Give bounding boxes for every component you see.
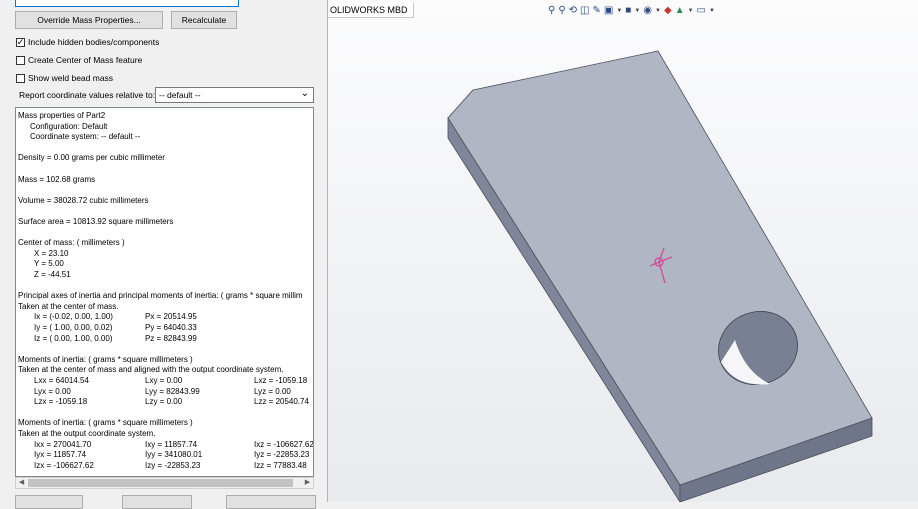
- scroll-right-icon[interactable]: ▶: [302, 478, 313, 488]
- zoom-to-fit-icon[interactable]: ⚲: [548, 5, 555, 17]
- report-value: Iyz = -22853.23: [254, 450, 310, 460]
- apply-scene-icon[interactable]: ▲: [675, 5, 685, 17]
- report-value: Lzy = 0.00: [145, 397, 183, 407]
- section-view-icon[interactable]: ◫: [580, 5, 589, 17]
- report-line: Moments of inertia: ( grams * square mil…: [18, 418, 193, 428]
- report-value: Lxy = 0.00: [145, 376, 183, 385]
- report-line: Lyx = 0.00: [34, 386, 71, 396]
- report-line: Coordinate system: -- default --: [30, 132, 141, 142]
- override-mass-properties-button[interactable]: Override Mass Properties...: [15, 11, 163, 29]
- report-line: Ixx = 270041.70: [34, 439, 92, 449]
- report-line: Iy = ( 1.00, 0.00, 0.02): [34, 323, 113, 332]
- include-hidden-checkbox[interactable]: ✓: [16, 37, 25, 47]
- graphics-area[interactable]: [328, 0, 918, 502]
- chevron-down-icon[interactable]: ▼: [709, 5, 715, 17]
- create-com-label: Create Center of Mass feature: [28, 55, 143, 65]
- edit-appearance-icon[interactable]: ◆: [664, 5, 672, 17]
- heads-up-view-toolbar: ⚲ ⚲ ⟲ ◫ ✎ ▣ ▼ ■ ▼ ◉ ▼ ◆ ▲ ▼ ▭ ▼: [548, 4, 715, 18]
- report-line: Mass = 102.68 grams: [18, 174, 96, 184]
- report-value: Ixy = 11857.74: [145, 439, 198, 449]
- report-horizontal-scrollbar[interactable]: ◀ ▶: [15, 477, 314, 489]
- coordinate-system-value: -- default --: [159, 90, 201, 100]
- report-line: X = 23.10: [34, 248, 69, 258]
- report-line: Mass properties of Part2: [18, 111, 106, 120]
- scroll-thumb[interactable]: [28, 479, 293, 487]
- include-hidden-label: Include hidden bodies/components: [28, 37, 160, 47]
- view-orientation-icon[interactable]: ▣: [604, 5, 613, 17]
- report-value: Lxz = -1059.18: [254, 376, 308, 385]
- report-line: Volume = 38028.72 cubic millimeters: [18, 195, 149, 205]
- report-value: Py = 64040.33: [145, 323, 197, 332]
- report-value: Izz = 77883.48: [254, 460, 307, 470]
- report-line: Density = 0.00 grams per cubic millimete…: [18, 153, 165, 163]
- show-weld-checkbox[interactable]: [16, 73, 25, 83]
- report-line: Lxx = 64014.54: [34, 376, 89, 385]
- report-line: Iz = ( 0.00, 1.00, 0.00): [34, 333, 113, 343]
- chevron-down-icon[interactable]: ▼: [634, 5, 640, 17]
- report-line: Surface area = 10813.92 square millimete…: [18, 217, 174, 226]
- report-line: Ix = (-0.02, 0.00, 1.00): [34, 312, 113, 322]
- view-settings-icon[interactable]: ▭: [697, 5, 706, 17]
- tab-solidworks-mbd[interactable]: OLIDWORKS MBD: [328, 3, 414, 18]
- mass-properties-panel: Override Mass Properties... Recalculate …: [0, 0, 327, 509]
- report-line: Y = 5.00: [34, 259, 64, 269]
- report-line: Taken at the output coordinate system.: [18, 429, 156, 438]
- copy-to-clipboard-button[interactable]: [122, 495, 192, 509]
- report-value: Pz = 82843.99: [145, 333, 197, 343]
- report-line: Z = -44.51: [34, 270, 71, 279]
- selection-list-box[interactable]: [15, 0, 239, 7]
- report-value: Px = 20514.95: [145, 312, 197, 322]
- options-button[interactable]: [226, 495, 316, 509]
- report-line: Taken at the center of mass and aligned …: [18, 365, 284, 375]
- show-weld-label: Show weld bead mass: [28, 73, 114, 83]
- zoom-area-icon[interactable]: ⚲: [558, 5, 565, 17]
- chevron-down-icon[interactable]: ▼: [688, 5, 694, 17]
- chevron-down-icon[interactable]: ▼: [655, 5, 661, 17]
- print-button[interactable]: [15, 495, 83, 509]
- dynamic-annotation-icon[interactable]: ✎: [593, 5, 601, 17]
- create-com-checkbox-row[interactable]: Create Center of Mass feature: [16, 55, 142, 65]
- report-value: Iyy = 341080.01: [145, 450, 203, 460]
- mass-properties-report[interactable]: Mass properties of Part2 Configuration: D…: [15, 107, 314, 477]
- report-value: Lyz = 0.00: [254, 386, 291, 396]
- report-value: Izy = -22853.23: [145, 460, 201, 470]
- report-line: Lzx = -1059.18: [34, 397, 88, 407]
- report-coordinate-label: Report coordinate values relative to:: [19, 90, 156, 100]
- report-line: Taken at the center of mass.: [18, 301, 119, 311]
- report-value: Lzz = 20540.74: [254, 397, 309, 407]
- show-weld-checkbox-row[interactable]: Show weld bead mass: [16, 73, 113, 83]
- create-com-checkbox[interactable]: [16, 55, 25, 65]
- report-value: Ixz = -106627.62: [254, 439, 314, 449]
- report-line: Configuration: Default: [30, 121, 108, 131]
- chevron-down-icon: ⌄: [300, 88, 309, 99]
- report-line: Principal axes of inertia and principal …: [18, 291, 303, 301]
- previous-view-icon[interactable]: ⟲: [569, 5, 577, 17]
- report-line: Izx = -106627.62: [34, 460, 94, 470]
- display-style-icon[interactable]: ■: [625, 5, 631, 17]
- report-line: Center of mass: ( millimeters ): [18, 238, 125, 248]
- report-value: Lyy = 82843.99: [145, 386, 200, 396]
- coordinate-system-select[interactable]: -- default -- ⌄: [155, 87, 314, 103]
- chevron-down-icon[interactable]: ▼: [616, 5, 622, 17]
- report-line: Iyx = 11857.74: [34, 450, 87, 460]
- part-model[interactable]: [328, 0, 918, 502]
- recalculate-button[interactable]: Recalculate: [171, 11, 237, 29]
- hide-show-icon[interactable]: ◉: [643, 5, 652, 17]
- scroll-left-icon[interactable]: ◀: [16, 478, 27, 488]
- report-line: Moments of inertia: ( grams * square mil…: [18, 354, 193, 364]
- include-hidden-checkbox-row[interactable]: ✓ Include hidden bodies/components: [16, 37, 159, 47]
